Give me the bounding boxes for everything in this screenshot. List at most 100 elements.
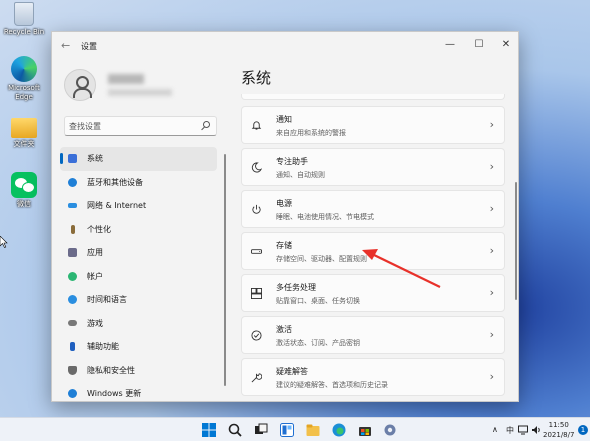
- sidebar-nav: 系统 蓝牙和其他设备 网络 & Internet 个性化 应用 帐户 时间和语言: [60, 147, 217, 406]
- brush-icon: [71, 224, 75, 234]
- sidebar-item-apps[interactable]: 应用: [60, 241, 217, 265]
- chevron-right-icon: ›: [489, 202, 494, 215]
- notification-badge[interactable]: 1: [578, 425, 588, 435]
- settings-list: 通知 来自应用和系统的警报 › 专注助手 通知、自动规则 › 电源 睡眠、电池使…: [241, 94, 505, 402]
- storage-icon: [251, 249, 262, 254]
- user-name-redacted: [108, 74, 144, 84]
- window-title: 设置: [81, 42, 97, 51]
- card-troubleshoot[interactable]: 疑难解答 建议的疑难解答、首选项和历史记录 ›: [241, 358, 505, 396]
- search-icon[interactable]: [203, 121, 210, 128]
- content-scrollbar[interactable]: [515, 182, 517, 300]
- user-avatar[interactable]: [64, 69, 96, 101]
- sidebar-item-bluetooth[interactable]: 蓝牙和其他设备: [60, 171, 217, 195]
- mouse-cursor-icon: [0, 236, 8, 248]
- desktop-icon-label: Microsoft Edge: [8, 84, 40, 101]
- card-subtitle: 建议的疑难解答、首选项和历史记录: [276, 381, 388, 389]
- sidebar-item-label: 系统: [87, 154, 103, 163]
- desktop-icon-label: 微信: [17, 200, 31, 208]
- title-bar: ← 设置 — ☐ ✕: [52, 32, 518, 60]
- edge-icon: [11, 56, 37, 82]
- folder-icon: [11, 118, 37, 138]
- desktop-icon-label: 文件夹: [13, 140, 35, 148]
- card-notifications[interactable]: 通知 来自应用和系统的警报 ›: [241, 106, 505, 144]
- chevron-right-icon: ›: [489, 118, 494, 131]
- card-subtitle: 来自应用和系统的警报: [276, 129, 346, 137]
- store-icon[interactable]: [358, 423, 372, 437]
- sidebar-item-label: 时间和语言: [87, 295, 127, 304]
- desktop-icon-edge[interactable]: Microsoft Edge: [2, 56, 46, 102]
- sidebar-scrollbar[interactable]: [224, 154, 226, 386]
- wifi-icon: [68, 203, 77, 208]
- previous-card-edge: [241, 94, 505, 100]
- page-title: 系统: [241, 69, 272, 87]
- close-button[interactable]: ✕: [493, 36, 519, 54]
- shield-icon: [68, 365, 77, 375]
- recycle-bin-icon: [14, 2, 34, 26]
- sidebar-item-network[interactable]: 网络 & Internet: [60, 194, 217, 218]
- task-view-icon[interactable]: [254, 423, 268, 437]
- card-activation[interactable]: 激活 激活状态、订阅、产品密钥 ›: [241, 316, 505, 354]
- card-multitasking[interactable]: 多任务处理 贴靠窗口、桌面、任务切换 ›: [241, 274, 505, 312]
- edge-icon[interactable]: [332, 423, 346, 437]
- card-storage[interactable]: 存储 存储空间、驱动器、配置规则 ›: [241, 232, 505, 270]
- sidebar-item-personalization[interactable]: 个性化: [60, 218, 217, 242]
- settings-gear-icon[interactable]: [383, 423, 397, 437]
- sidebar-item-windows-update[interactable]: Windows 更新: [60, 382, 217, 406]
- sidebar-item-label: 隐私和安全性: [87, 365, 135, 375]
- card-title: 专注助手: [276, 157, 308, 166]
- card-title: 存储: [276, 241, 292, 250]
- accessibility-icon: [70, 342, 75, 351]
- multitask-icon: [251, 288, 262, 299]
- desktop-icon-folder[interactable]: 文件夹: [2, 114, 46, 149]
- desktop-icon-wechat[interactable]: 微信: [2, 172, 46, 209]
- card-title: 电源: [276, 199, 292, 208]
- clock-time: 11:50: [548, 421, 569, 429]
- desktop-icon-label: Recycle Bin: [3, 28, 45, 36]
- globe-icon: [68, 295, 77, 304]
- start-windows-icon[interactable]: [202, 423, 216, 437]
- search-box[interactable]: [64, 116, 217, 136]
- activation-icon: [251, 330, 262, 341]
- card-subtitle: 通知、自动规则: [276, 171, 325, 179]
- card-title: 多任务处理: [276, 283, 316, 292]
- card-subtitle: 贴靠窗口、桌面、任务切换: [276, 297, 360, 305]
- card-subtitle: 存储空间、驱动器、配置规则: [276, 255, 367, 263]
- tray-overflow-chevron[interactable]: ∧: [492, 425, 498, 434]
- account-icon: [68, 271, 77, 281]
- sidebar-item-label: 游戏: [87, 318, 103, 328]
- sidebar-item-label: 蓝牙和其他设备: [87, 177, 143, 187]
- network-icon[interactable]: [518, 425, 528, 435]
- search-icon[interactable]: [228, 423, 242, 437]
- ime-indicator[interactable]: 中: [506, 425, 514, 436]
- sidebar-item-label: 应用: [87, 248, 103, 257]
- card-title: 疑难解答: [276, 367, 308, 376]
- wechat-icon: [11, 172, 37, 198]
- sidebar-item-label: Windows 更新: [87, 389, 142, 398]
- card-focus-assist[interactable]: 专注助手 通知、自动规则 ›: [241, 148, 505, 186]
- chevron-right-icon: ›: [489, 328, 494, 341]
- sidebar-item-accessibility[interactable]: 辅助功能: [60, 335, 217, 359]
- gamepad-icon: [68, 319, 77, 326]
- sidebar-item-privacy[interactable]: 隐私和安全性: [60, 359, 217, 383]
- sidebar-item-system[interactable]: 系统: [60, 147, 217, 171]
- chevron-right-icon: ›: [489, 160, 494, 173]
- file-explorer-icon[interactable]: [306, 423, 320, 437]
- desktop-icon-recycle-bin[interactable]: Recycle Bin: [2, 2, 46, 37]
- card-subtitle: 激活状态、订阅、产品密钥: [276, 339, 360, 347]
- clock-date: 2021/8/7: [543, 431, 575, 439]
- system-clock[interactable]: 11:50 2021/8/7: [543, 420, 574, 440]
- sidebar-item-time-language[interactable]: 时间和语言: [60, 288, 217, 312]
- back-button[interactable]: ←: [61, 39, 70, 52]
- sidebar-item-accounts[interactable]: 帐户: [60, 265, 217, 289]
- minimize-button[interactable]: —: [437, 36, 463, 54]
- power-icon: [252, 204, 261, 214]
- widgets-icon[interactable]: [280, 423, 294, 437]
- sidebar-item-gaming[interactable]: 游戏: [60, 312, 217, 336]
- maximize-button[interactable]: ☐: [466, 36, 492, 54]
- volume-icon[interactable]: [531, 425, 541, 435]
- settings-window: ← 设置 — ☐ ✕ 系统 蓝牙和其他设备 网络 & Internet 个性化: [51, 31, 519, 402]
- card-power[interactable]: 电源 睡眠、电池使用情况、节电模式 ›: [241, 190, 505, 228]
- card-subtitle: 睡眠、电池使用情况、节电模式: [276, 213, 374, 221]
- sidebar-item-label: 网络 & Internet: [87, 201, 147, 210]
- search-input[interactable]: [69, 120, 199, 133]
